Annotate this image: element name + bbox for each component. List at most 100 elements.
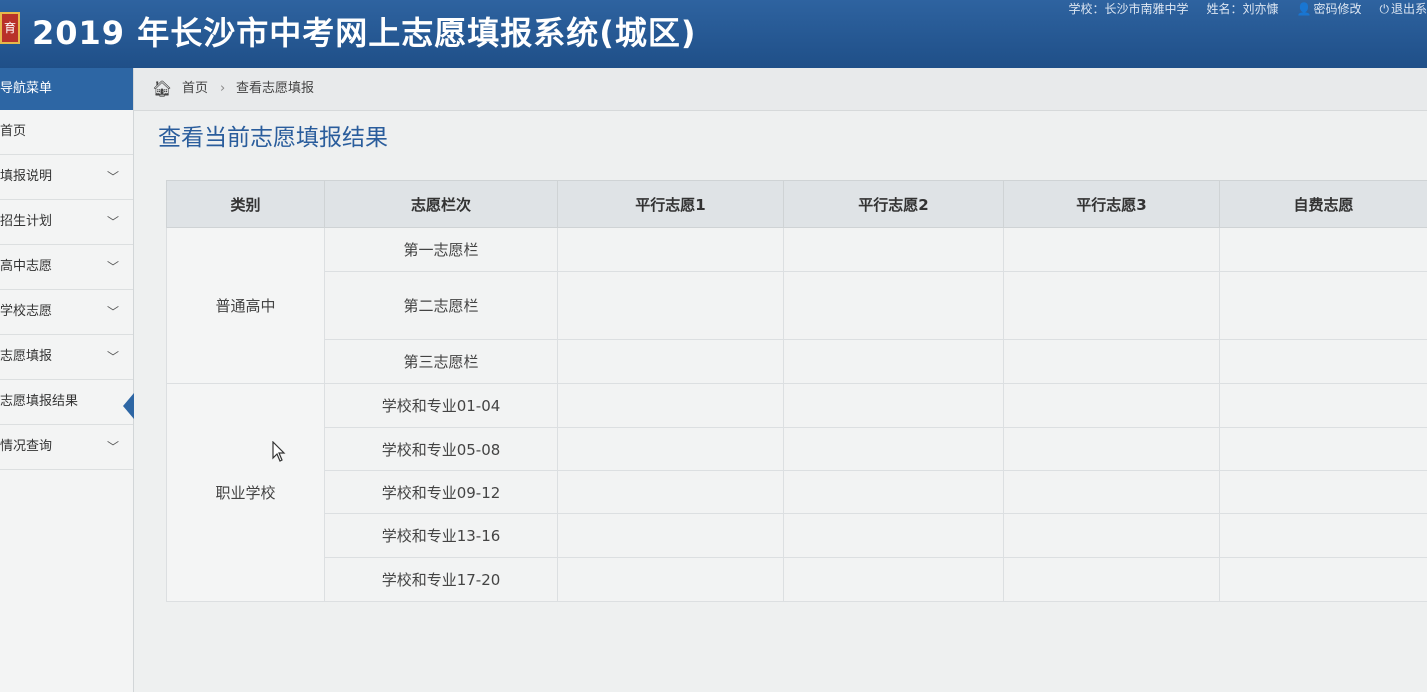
- choice-cell: [1219, 383, 1427, 428]
- logout-link[interactable]: ⏻ 退出系: [1379, 0, 1427, 20]
- sidebar: 导航菜单 首页 填报说明 ﹀ 招生计划 ﹀ 高中志愿 ﹀ 学校志愿 ﹀ 志愿填报 ﹀ 志愿…: [0, 68, 134, 692]
- slot-cell: 学校和专业01-04: [324, 383, 558, 428]
- choice-cell: [1003, 227, 1220, 272]
- choice-results-table: 类别 志愿栏次 平行志愿1 平行志愿2 平行志愿3 自费志愿 普通高中 第一志愿…: [166, 180, 1427, 602]
- chevron-down-icon: ﹀: [106, 350, 119, 364]
- choice-cell: [1219, 557, 1427, 602]
- table-row: 学校和专业13-16: [167, 513, 1427, 558]
- app-header: 育 2019 年长沙市中考网上志愿填报系统(城区) 学校：长沙市南雅中学 姓名：…: [0, 0, 1427, 68]
- slot-cell: 学校和专业13-16: [324, 513, 558, 558]
- slot-cell: 学校和专业05-08: [324, 427, 558, 471]
- power-icon: ⏻: [1379, 2, 1389, 16]
- table-row: 学校和专业05-08: [167, 427, 1427, 471]
- choice-cell: [1003, 383, 1220, 428]
- table-row: 普通高中 第一志愿栏: [166, 227, 1427, 384]
- header-user-info: 学校：长沙市南雅中学 姓名：刘亦慷 👤 密码修改 ⏻ 退出系: [1068, 0, 1427, 20]
- active-marker: [123, 393, 134, 419]
- choice-cell: [1003, 513, 1220, 558]
- choice-cell: [557, 427, 784, 471]
- sidebar-item-label: 志愿填报: [0, 349, 53, 364]
- results-table: 类别 志愿栏次 平行志愿1 平行志愿2 平行志愿3 自费志愿 普通高中 第一志愿…: [166, 180, 1427, 604]
- choice-cell: [1219, 227, 1427, 272]
- choice-cell: [1219, 271, 1427, 340]
- choice-cell: [783, 557, 1004, 602]
- app-title: 2019 年长沙市中考网上志愿填报系统(城区): [32, 14, 697, 52]
- sidebar-item-enrollment-plan[interactable]: 招生计划 ﹀: [0, 200, 133, 245]
- breadcrumb-home-link[interactable]: 首页: [182, 68, 208, 110]
- choice-cell: [783, 383, 1004, 428]
- choice-cell: [1219, 339, 1427, 384]
- column-header: 类别: [166, 180, 325, 228]
- choice-cell: [783, 513, 1004, 558]
- breadcrumb-current: 查看志愿填报: [236, 81, 315, 96]
- slot-cell: 学校和专业17-20: [324, 557, 558, 602]
- column-header: 自费志愿: [1219, 180, 1427, 228]
- sidebar-item-label: 填报说明: [0, 169, 53, 184]
- sidebar-item-label: 志愿填报结果: [0, 394, 79, 409]
- page-title: 查看当前志愿填报结果: [158, 125, 388, 151]
- sidebar-heading: 导航菜单: [0, 68, 133, 110]
- choice-cell: [557, 271, 784, 340]
- slot-cell: 第一志愿栏: [324, 227, 558, 272]
- slot-cell: 第二志愿栏: [324, 271, 558, 340]
- chevron-down-icon: ﹀: [106, 440, 119, 454]
- change-password-link[interactable]: 👤 密码修改: [1297, 0, 1362, 20]
- sidebar-item-high-school-choices[interactable]: 高中志愿 ﹀: [0, 245, 133, 290]
- sidebar-item-label: 高中志愿: [0, 259, 53, 274]
- breadcrumb-separator: ›: [220, 81, 226, 96]
- table-row: 第二志愿栏: [167, 271, 1427, 340]
- home-icon: 🏠︎: [152, 79, 173, 98]
- choice-cell: [783, 470, 1004, 514]
- chevron-down-icon: ﹀: [106, 170, 119, 184]
- column-header: 平行志愿1: [557, 180, 784, 228]
- column-header: 平行志愿3: [1003, 180, 1220, 228]
- table-row: 学校和专业17-20: [167, 557, 1427, 602]
- mouse-cursor-icon: [272, 441, 286, 462]
- student-name-label: 姓名：刘亦慷: [1206, 2, 1279, 16]
- choice-cell: [1219, 470, 1427, 514]
- choice-cell: [783, 227, 1004, 272]
- choice-cell: [783, 271, 1004, 340]
- sidebar-item-label: 首页: [0, 124, 27, 139]
- choice-cell: [1219, 427, 1427, 471]
- choice-cell: [783, 339, 1004, 384]
- slot-cell: 学校和专业09-12: [324, 470, 558, 514]
- choice-cell: [1003, 427, 1220, 471]
- choice-cell: [783, 427, 1004, 471]
- choice-cell: [557, 470, 784, 514]
- category-cell: 普通高中: [166, 227, 325, 384]
- sidebar-item-label: 招生计划: [0, 214, 53, 229]
- choice-cell: [1003, 470, 1220, 514]
- slot-cell: 第三志愿栏: [324, 339, 558, 384]
- chevron-down-icon: ﹀: [106, 215, 119, 229]
- column-header: 志愿栏次: [324, 180, 558, 228]
- user-icon: 👤: [1296, 2, 1312, 16]
- breadcrumb: 🏠︎ 首页 › 查看志愿填报: [134, 68, 1427, 111]
- sidebar-item-label: 学校志愿: [0, 304, 53, 319]
- sidebar-item-school-choices[interactable]: 学校志愿 ﹀: [0, 290, 133, 335]
- choice-cell: [1219, 513, 1427, 558]
- school-label: 学校：长沙市南雅中学: [1068, 2, 1189, 16]
- choice-cell: [557, 513, 784, 558]
- choice-cell: [557, 383, 784, 428]
- choice-cell: [1003, 339, 1220, 384]
- choice-cell: [557, 339, 784, 384]
- chevron-down-icon: ﹀: [106, 305, 119, 319]
- sidebar-item-instructions[interactable]: 填报说明 ﹀: [0, 155, 133, 200]
- sidebar-item-home[interactable]: 首页: [0, 110, 133, 155]
- sidebar-item-label: 情况查询: [0, 439, 53, 454]
- sidebar-item-choice-filling[interactable]: 志愿填报 ﹀: [0, 335, 133, 380]
- sidebar-item-choice-results[interactable]: 志愿填报结果: [0, 380, 134, 425]
- app-logo: 育: [0, 12, 20, 44]
- table-row: 第三志愿栏: [167, 339, 1427, 384]
- choice-cell: [1003, 271, 1220, 340]
- table-row: 学校和专业09-12: [167, 470, 1427, 514]
- choice-cell: [1003, 557, 1220, 602]
- table-header-row: 类别 志愿栏次 平行志愿1 平行志愿2 平行志愿3 自费志愿: [166, 180, 1427, 228]
- table-row: 职业学校 学校和专业01-04: [166, 383, 1427, 602]
- sidebar-item-status-query[interactable]: 情况查询 ﹀: [0, 425, 133, 470]
- category-cell: 职业学校: [166, 383, 325, 602]
- choice-cell: [557, 227, 784, 272]
- column-header: 平行志愿2: [783, 180, 1004, 228]
- choice-cell: [557, 557, 784, 602]
